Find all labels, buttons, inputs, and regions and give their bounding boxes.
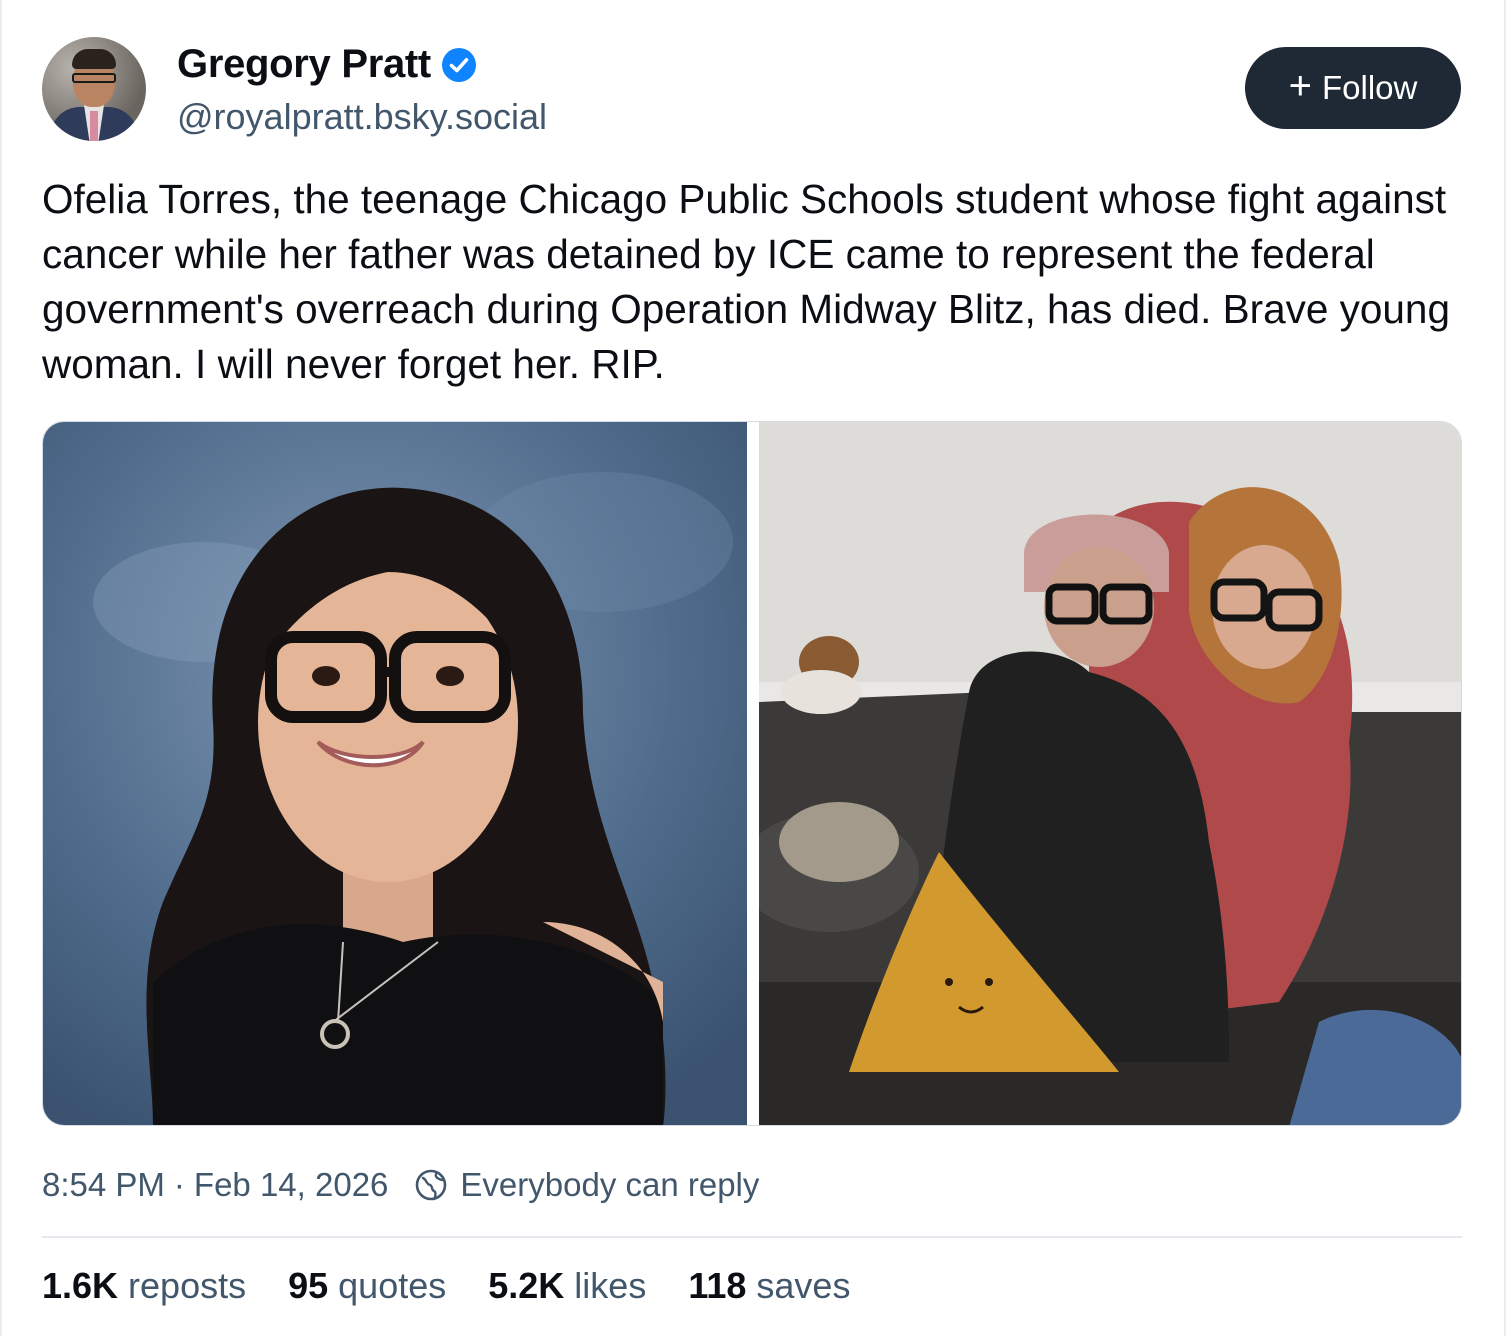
likes-count: 5.2K: [488, 1265, 565, 1306]
verified-check-icon: [441, 47, 476, 82]
quotes-count: 95: [288, 1265, 329, 1306]
saves-count: 118: [688, 1265, 747, 1306]
post-time[interactable]: 8:54 PM: [42, 1166, 165, 1204]
reposts-stat[interactable]: 1.6K reposts: [42, 1265, 246, 1307]
likes-stat[interactable]: 5.2K likes: [488, 1265, 646, 1307]
author-handle[interactable]: @royalpratt.bsky.social: [177, 96, 547, 138]
saves-stat[interactable]: 118 saves: [688, 1265, 850, 1307]
post-date[interactable]: Feb 14, 2026: [194, 1166, 389, 1204]
post-meta: 8:54 PM · Feb 14, 2026 Everybody can rep…: [42, 1166, 759, 1204]
plus-icon: +: [1288, 64, 1312, 108]
globe-icon: [416, 1169, 447, 1201]
reply-setting-label: Everybody can reply: [460, 1166, 760, 1203]
portrait-photo-illustration: [43, 422, 747, 1125]
post-images: [42, 421, 1462, 1126]
reposts-label: reposts: [128, 1265, 247, 1306]
author-display-name[interactable]: Gregory Pratt: [177, 42, 431, 87]
quotes-stat[interactable]: 95 quotes: [288, 1265, 446, 1307]
meta-separator: ·: [173, 1166, 185, 1203]
author-name-row: Gregory Pratt: [177, 42, 477, 87]
avatar[interactable]: [42, 37, 146, 141]
likes-label: likes: [574, 1265, 647, 1306]
engagement-stats: 1.6K reposts 95 quotes 5.2K likes 118 sa…: [42, 1265, 850, 1307]
post-text: Ofelia Torres, the teenage Chicago Publi…: [42, 176, 1450, 387]
reposts-count: 1.6K: [42, 1265, 119, 1306]
reply-setting[interactable]: Everybody can reply: [414, 1166, 759, 1204]
follow-button[interactable]: + Follow: [1245, 47, 1461, 129]
quotes-label: quotes: [338, 1265, 447, 1306]
post-image-portrait[interactable]: [43, 422, 747, 1125]
couch-photo-illustration: [759, 422, 1461, 1125]
divider: [42, 1236, 1462, 1238]
follow-label: Follow: [1322, 69, 1418, 106]
saves-label: saves: [756, 1265, 851, 1306]
post-image-couch[interactable]: [759, 422, 1461, 1125]
